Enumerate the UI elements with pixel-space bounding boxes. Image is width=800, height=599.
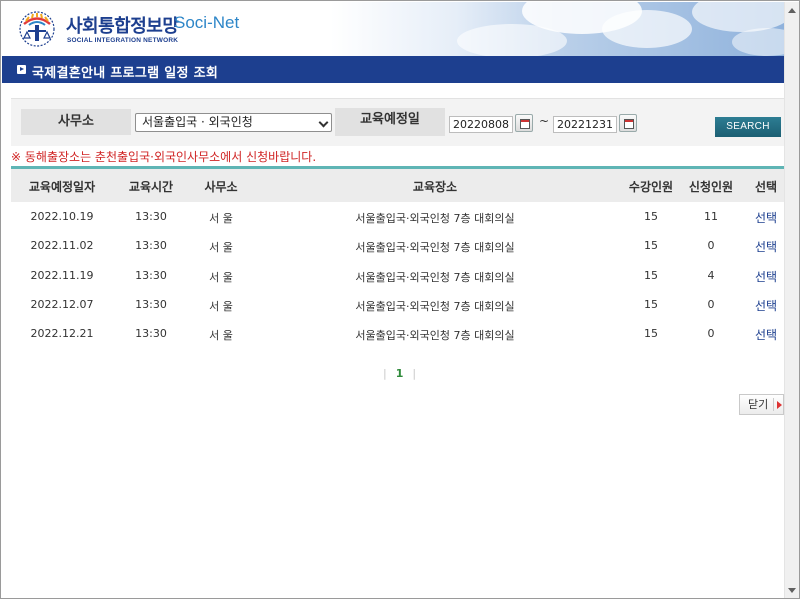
cell-capacity: 15: [644, 210, 658, 223]
pagination: | 1 |: [383, 367, 416, 380]
cell-place: 서울출입국·외국인청 7층 대회의실: [355, 241, 515, 254]
cell-date: 2022.11.02: [30, 239, 94, 252]
cell-capacity: 15: [644, 269, 658, 282]
column-header-office: 사무소: [204, 180, 238, 194]
cell-applied: 0: [707, 327, 715, 340]
cell-applied: 0: [707, 239, 715, 252]
cell-time: 13:30: [135, 210, 167, 223]
date-to-input[interactable]: 20221231: [553, 116, 617, 133]
scroll-up-arrow-icon[interactable]: [788, 8, 796, 13]
cell-time: 13:30: [135, 269, 167, 282]
cell-applied: 0: [707, 298, 715, 311]
office-label: 사무소: [21, 109, 131, 135]
column-header-place: 교육장소: [412, 180, 458, 194]
cell-applied: 11: [704, 210, 718, 223]
select-link[interactable]: 선택: [746, 268, 786, 285]
office-select-value: 서울출입국 · 외국인청: [142, 115, 253, 129]
cell-place: 서울출입국·외국인청 7층 대회의실: [355, 329, 515, 342]
select-link[interactable]: 선택: [746, 238, 786, 255]
column-header-time: 교육시간: [128, 180, 174, 194]
button-divider: [773, 398, 774, 411]
table-row: 2022.12.07 13:30 서 울 서울출입국·외국인청 7층 대회의실 …: [11, 290, 784, 319]
table-row: 2022.12.21 13:30 서 울 서울출입국·외국인청 7층 대회의실 …: [11, 319, 784, 348]
logo-english-text: Soci-Net: [174, 13, 240, 32]
cell-office: 서 울: [209, 212, 233, 225]
site-header: 사회통합정보망 Soci-Net SOCIAL INTEGRATION NETW…: [2, 2, 784, 56]
select-link[interactable]: 선택: [746, 209, 786, 226]
date-from-input[interactable]: 20220808: [449, 116, 513, 133]
cloud-decoration: [732, 28, 784, 56]
chevron-down-icon: [318, 117, 329, 128]
calendar-icon[interactable]: [619, 114, 637, 132]
cell-date: 2022.10.19: [30, 210, 94, 223]
square-arrow-icon: [17, 65, 26, 74]
page-number[interactable]: 1: [396, 367, 404, 380]
table-row: 2022.11.02 13:30 서 울 서울출입국·외국인청 7층 대회의실 …: [11, 231, 784, 260]
logo-korean-text: 사회통합정보망: [66, 16, 179, 37]
triangle-right-icon: [777, 401, 782, 409]
cell-date: 2022.11.19: [30, 269, 94, 282]
cell-office: 서 울: [209, 300, 233, 313]
cell-office: 서 울: [209, 271, 233, 284]
ministry-emblem-icon: [19, 11, 55, 47]
cell-place: 서울출입국·외국인청 7층 대회의실: [355, 212, 515, 225]
cell-capacity: 15: [644, 298, 658, 311]
cell-capacity: 15: [644, 239, 658, 252]
date-label: 교육예정일: [335, 108, 445, 136]
cell-place: 서울출입국·외국인청 7층 대회의실: [355, 300, 515, 313]
page-title: 국제결혼안내 프로그램 일정 조회: [32, 66, 219, 81]
search-panel: 사무소 서울출입국 · 외국인청 교육예정일 20220808 ~ 202212…: [11, 98, 784, 146]
cell-time: 13:30: [135, 298, 167, 311]
cloud-decoration: [602, 10, 692, 48]
column-header-select: 선택: [754, 180, 778, 194]
date-range-separator: ~: [539, 114, 550, 128]
close-button[interactable]: 닫기: [739, 394, 784, 415]
vertical-scrollbar[interactable]: [784, 2, 799, 598]
page-title-bar: 국제결혼안내 프로그램 일정 조회: [2, 56, 784, 83]
cell-office: 서 울: [209, 241, 233, 254]
pagination-divider: |: [412, 367, 417, 380]
scroll-down-arrow-icon[interactable]: [788, 588, 796, 593]
select-link[interactable]: 선택: [746, 326, 786, 343]
cell-time: 13:30: [135, 239, 167, 252]
logo-subtitle: SOCIAL INTEGRATION NETWORK: [67, 37, 179, 44]
table-row: 2022.11.19 13:30 서 울 서울출입국·외국인청 7층 대회의실 …: [11, 261, 784, 290]
column-header-capacity: 수강인원: [628, 180, 674, 194]
select-link[interactable]: 선택: [746, 297, 786, 314]
office-select[interactable]: 서울출입국 · 외국인청: [135, 113, 332, 132]
cell-place: 서울출입국·외국인청 7층 대회의실: [355, 271, 515, 284]
cell-office: 서 울: [209, 329, 233, 342]
cloud-decoration: [457, 24, 567, 56]
cell-time: 13:30: [135, 327, 167, 340]
table-header: 교육예정일자 교육시간 사무소 교육장소 수강인원 신청인원 선택: [11, 166, 784, 202]
notice-text: ※ 동해출장소는 춘천출입국·외국인사무소에서 신청바랍니다.: [11, 150, 317, 164]
table-row: 2022.10.19 13:30 서 울 서울출입국·외국인청 7층 대회의실 …: [11, 202, 784, 231]
cell-applied: 4: [707, 269, 715, 282]
cell-date: 2022.12.21: [30, 327, 94, 340]
column-header-date: 교육예정일자: [28, 180, 96, 194]
cell-date: 2022.12.07: [30, 298, 94, 311]
search-button[interactable]: SEARCH: [715, 117, 781, 137]
pagination-divider: |: [383, 367, 387, 380]
column-header-applied: 신청인원: [688, 180, 734, 194]
popup-window: 사회통합정보망 Soci-Net SOCIAL INTEGRATION NETW…: [0, 0, 800, 599]
cell-capacity: 15: [644, 327, 658, 340]
calendar-icon[interactable]: [515, 114, 533, 132]
close-button-label: 닫기: [748, 398, 769, 411]
